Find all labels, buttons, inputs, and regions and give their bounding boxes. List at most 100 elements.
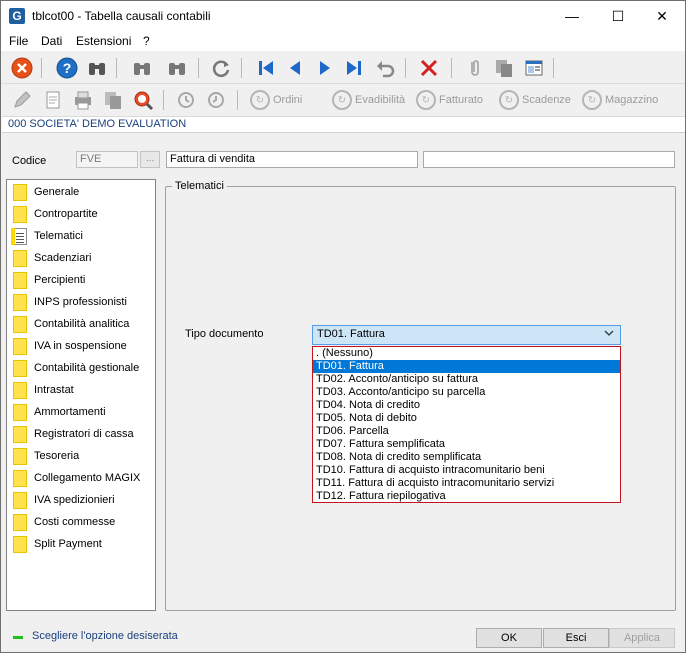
descrizione-field[interactable]: Fattura di vendita bbox=[166, 151, 418, 168]
inspect-icon[interactable] bbox=[131, 88, 155, 112]
close-icon[interactable] bbox=[10, 56, 34, 80]
evadibilita-button[interactable]: ↻ Evadibilità bbox=[332, 88, 405, 112]
folder-icon bbox=[13, 425, 27, 443]
chevron-down-icon bbox=[604, 328, 614, 341]
dropdown-option[interactable]: TD12. Fattura riepilogativa bbox=[313, 490, 620, 503]
sidebar-item-intrastat[interactable]: Intrastat bbox=[13, 380, 74, 400]
new-document-icon[interactable] bbox=[41, 88, 65, 112]
copy-icon[interactable] bbox=[492, 56, 516, 80]
menu-dati[interactable]: Dati bbox=[41, 34, 62, 48]
folder-icon bbox=[13, 381, 27, 399]
duplicate-icon[interactable] bbox=[101, 88, 125, 112]
menu-file[interactable]: File bbox=[9, 34, 28, 48]
dropdown-option[interactable]: TD02. Acconto/anticipo su fattura bbox=[313, 373, 620, 386]
group-title: Telematici bbox=[172, 180, 227, 192]
previous-record-icon[interactable] bbox=[283, 56, 307, 80]
circular-arrow-icon: ↻ bbox=[250, 90, 270, 110]
circular-arrow-icon: ↻ bbox=[332, 90, 352, 110]
dropdown-option[interactable]: TD08. Nota di credito semplificata bbox=[313, 451, 620, 464]
sidebar-item-tesoreria[interactable]: Tesoreria bbox=[13, 446, 79, 466]
application-window: G tblcot00 - Tabella causali contabili —… bbox=[0, 0, 686, 653]
tipo-documento-label: Tipo documento bbox=[185, 328, 264, 340]
codice-field[interactable]: FVE bbox=[76, 151, 138, 168]
binoculars-icon[interactable] bbox=[85, 56, 109, 80]
dropdown-option[interactable]: TD10. Fattura di acquisto intracomunitar… bbox=[313, 464, 620, 477]
sidebar-item-split-payment[interactable]: Split Payment bbox=[13, 534, 102, 554]
dropdown-option[interactable]: TD05. Nota di debito bbox=[313, 412, 620, 425]
folder-icon bbox=[13, 403, 27, 421]
undo-icon[interactable] bbox=[373, 56, 397, 80]
first-record-icon[interactable] bbox=[254, 56, 278, 80]
magazzino-button[interactable]: ↻ Magazzino bbox=[582, 88, 658, 112]
sidebar-item-collegamento-magix[interactable]: Collegamento MAGIX bbox=[13, 468, 140, 488]
status-message: Scegliere l'opzione desiserata bbox=[32, 630, 178, 642]
document-icon bbox=[11, 227, 27, 245]
binoculars-icon[interactable] bbox=[165, 56, 189, 80]
folder-icon bbox=[13, 513, 27, 531]
dropdown-option[interactable]: TD04. Nota di credito bbox=[313, 399, 620, 412]
codice-lookup-button[interactable]: ... bbox=[140, 151, 160, 168]
sidebar-item-percipienti[interactable]: Percipienti bbox=[13, 270, 85, 290]
dropdown-option[interactable]: . (Nessuno) bbox=[313, 347, 620, 360]
folder-icon bbox=[13, 359, 27, 377]
attachment-icon[interactable] bbox=[462, 56, 486, 80]
dropdown-option[interactable]: TD03. Acconto/anticipo su parcella bbox=[313, 386, 620, 399]
circular-arrow-icon: ↻ bbox=[582, 90, 602, 110]
applica-button[interactable]: Applica bbox=[609, 628, 675, 648]
menu-estensioni[interactable]: Estensioni bbox=[76, 34, 131, 48]
tipo-documento-select[interactable]: TD01. Fattura bbox=[312, 325, 621, 345]
esci-button[interactable]: Esci bbox=[543, 628, 609, 648]
title-bar: G tblcot00 - Tabella causali contabili —… bbox=[1, 1, 685, 31]
last-record-icon[interactable] bbox=[342, 56, 366, 80]
dropdown-option[interactable]: TD07. Fattura semplificata bbox=[313, 438, 620, 451]
sidebar-item-iva-spedizionieri[interactable]: IVA spedizionieri bbox=[13, 490, 115, 510]
maximize-button[interactable]: ☐ bbox=[595, 1, 641, 31]
close-window-button[interactable]: ✕ bbox=[639, 1, 685, 31]
menu-bar: File Dati Estensioni ? bbox=[1, 31, 685, 51]
folder-icon bbox=[13, 271, 27, 289]
history-back-icon[interactable] bbox=[204, 88, 228, 112]
status-indicator-icon bbox=[13, 636, 23, 639]
dropdown-option[interactable]: TD11. Fattura di acquisto intracomunitar… bbox=[313, 477, 620, 490]
sidebar-item-inps-professionisti[interactable]: INPS professionisti bbox=[13, 292, 127, 312]
menu-help[interactable]: ? bbox=[143, 34, 150, 48]
print-icon[interactable] bbox=[71, 88, 95, 112]
sidebar-item-contabilita-analitica[interactable]: Contabilità analitica bbox=[13, 314, 129, 334]
folder-icon bbox=[13, 447, 27, 465]
sidebar-item-contabilita-gestionale[interactable]: Contabilità gestionale bbox=[13, 358, 139, 378]
next-record-icon[interactable] bbox=[313, 56, 337, 80]
sidebar-item-scadenziari[interactable]: Scadenziari bbox=[13, 248, 91, 268]
edit-icon[interactable] bbox=[10, 88, 34, 112]
folder-icon bbox=[13, 491, 27, 509]
binoculars-icon[interactable] bbox=[130, 56, 154, 80]
sidebar-item-contropartite[interactable]: Contropartite bbox=[13, 204, 98, 224]
scadenze-button[interactable]: ↻ Scadenze bbox=[499, 88, 571, 112]
folder-icon bbox=[13, 535, 27, 553]
svg-text:?: ? bbox=[63, 60, 72, 76]
delete-icon[interactable] bbox=[417, 56, 441, 80]
sidebar-item-costi-commesse[interactable]: Costi commesse bbox=[13, 512, 115, 532]
folder-icon bbox=[13, 315, 27, 333]
sidebar-item-ammortamenti[interactable]: Ammortamenti bbox=[13, 402, 106, 422]
help-icon[interactable]: ? bbox=[55, 56, 79, 80]
folder-icon bbox=[13, 469, 27, 487]
window-title: tblcot00 - Tabella causali contabili bbox=[32, 9, 211, 23]
sidebar-item-telematici[interactable]: Telematici bbox=[11, 226, 83, 246]
ordini-button[interactable]: ↻ Ordini bbox=[250, 88, 302, 112]
section-sidebar: Generale Contropartite Telematici Scaden… bbox=[6, 179, 156, 611]
dropdown-option-selected[interactable]: TD01. Fattura bbox=[313, 360, 620, 373]
ok-button[interactable]: OK bbox=[476, 628, 542, 648]
descrizione2-field[interactable] bbox=[423, 151, 675, 168]
sidebar-item-iva-in-sospensione[interactable]: IVA in sospensione bbox=[13, 336, 127, 356]
dropdown-option[interactable]: TD06. Parcella bbox=[313, 425, 620, 438]
status-bar: Scegliere l'opzione desiserata OK Esci A… bbox=[2, 624, 685, 653]
fatturato-button[interactable]: ↻ Fatturato bbox=[416, 88, 483, 112]
form-icon[interactable] bbox=[522, 56, 546, 80]
minimize-button[interactable]: — bbox=[549, 1, 595, 31]
history-icon[interactable] bbox=[174, 88, 198, 112]
tipo-documento-value: TD01. Fattura bbox=[317, 328, 385, 340]
company-name: 000 SOCIETA' DEMO EVALUATION bbox=[8, 118, 187, 130]
sidebar-item-generale[interactable]: Generale bbox=[13, 182, 79, 202]
sidebar-item-registratori-di-cassa[interactable]: Registratori di cassa bbox=[13, 424, 134, 444]
refresh-icon[interactable] bbox=[209, 56, 233, 80]
